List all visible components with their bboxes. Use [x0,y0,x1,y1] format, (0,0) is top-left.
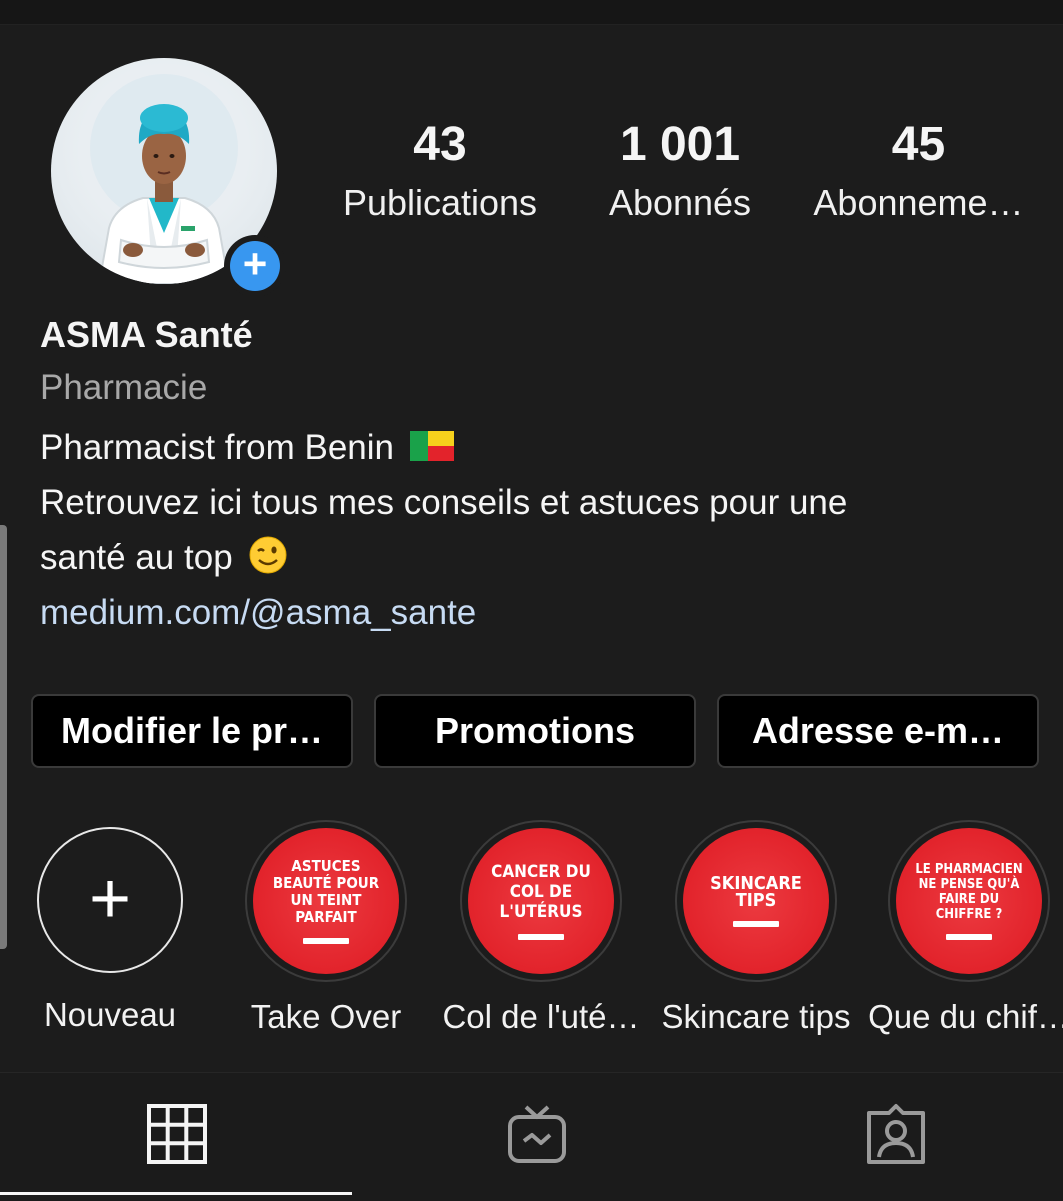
plus-icon: + [88,859,132,939]
highlight-take-over[interactable]: ASTUCES BEAUTÉ POUR UN TEINT PARFAIT Tak… [221,820,431,1036]
highlight-cover: ASTUCES BEAUTÉ POUR UN TEINT PARFAIT [253,828,399,974]
highlight-cover-text: CANCER DU COL DE L'UTÉRUS [491,862,591,922]
highlight-cover-text: SKINCARE TIPS [710,873,802,911]
highlight-ring: LE PHARMACIEN NE PENSE QU'À FAIRE DU CHI… [888,820,1050,982]
profile-category: Pharmacie [40,368,208,407]
grid-icon [147,1104,207,1164]
profile-link[interactable]: medium.com/@asma_sante [40,585,1030,640]
tab-igtv[interactable] [506,1103,568,1165]
bio-line-2: Retrouvez ici tous mes conseils et astuc… [40,483,848,522]
highlight-cover: CANCER DU COL DE L'UTÉRUS [468,828,614,974]
stat-publications-count: 43 [413,118,467,171]
highlight-ring: SKINCARE TIPS [675,820,837,982]
highlight-cover: LE PHARMACIEN NE PENSE QU'À FAIRE DU CHI… [896,828,1042,974]
email-address-button[interactable]: Adresse e-m… [717,694,1039,768]
new-highlight-circle: + [37,827,183,973]
tab-tagged[interactable] [865,1103,927,1165]
highlight-col-uterus[interactable]: CANCER DU COL DE L'UTÉRUS Col de l'uté… [436,820,646,1036]
stat-publications-label: Publications [342,182,538,223]
highlight-label: Skincare tips [661,998,851,1035]
highlight-label: Take Over [250,998,402,1035]
bio-line-3: santé au top [40,530,1030,585]
igtv-icon [508,1105,566,1163]
benin-flag-icon [409,422,454,461]
highlight-label: Col de l'uté… [442,998,640,1035]
highlight-skincare-tips[interactable]: SKINCARE TIPS Skincare tips [651,820,861,1036]
stat-followers[interactable]: 1 001 Abonnés [588,118,772,226]
highlight-cover-text: LE PHARMACIEN NE PENSE QU'À FAIRE DU CHI… [915,862,1023,922]
highlight-que-du-chiffre[interactable]: LE PHARMACIEN NE PENSE QU'À FAIRE DU CHI… [864,820,1063,1036]
profile-avatar[interactable]: + [51,58,286,297]
active-tab-indicator [0,1192,352,1195]
bio-line-1-text: Pharmacist from Benin [40,428,395,467]
cover-logo-bar [946,934,992,940]
edit-profile-button[interactable]: Modifier le pr… [31,694,353,768]
cover-logo-bar [303,938,349,944]
highlight-label: Nouveau [43,996,177,1033]
tagged-icon [867,1104,925,1164]
stat-following-count: 45 [891,118,946,171]
profile-tab-bar [0,1072,1063,1201]
stat-publications[interactable]: 43 Publications [324,118,556,226]
stat-following[interactable]: 45 Abonneme… [806,118,1031,226]
bio-line-3-text: santé au top [40,538,233,577]
cover-logo-bar [733,921,779,927]
plus-icon: + [230,241,280,291]
bio-line-1: Pharmacist from Benin [40,420,1030,475]
highlight-new[interactable]: + Nouveau [5,820,215,1034]
highlight-cover: SKINCARE TIPS [683,828,829,974]
highlight-ring: CANCER DU COL DE L'UTÉRUS [460,820,622,982]
highlight-ring: ASTUCES BEAUTÉ POUR UN TEINT PARFAIT [245,820,407,982]
highlight-cover-text: ASTUCES BEAUTÉ POUR UN TEINT PARFAIT [272,857,380,926]
status-bar [0,0,1063,25]
add-story-button[interactable]: + [224,235,286,297]
profile-name: ASMA Santé [40,314,253,355]
stat-followers-count: 1 001 [619,118,741,171]
cover-logo-bar [518,934,564,940]
promotions-button[interactable]: Promotions [374,694,696,768]
stat-followers-label: Abonnés [608,182,752,223]
highlight-label: Que du chif… [868,998,1063,1035]
tab-posts-grid[interactable] [146,1103,208,1165]
winking-face-icon [248,535,288,575]
profile-bio: Pharmacist from Benin Retrouvez ici tous… [40,420,1030,640]
stat-following-label: Abonneme… [813,182,1024,223]
